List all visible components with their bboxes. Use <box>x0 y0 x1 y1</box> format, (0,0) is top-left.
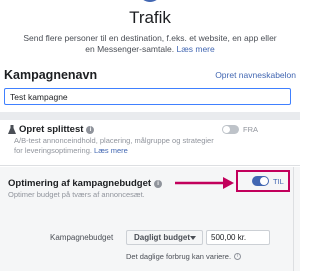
budget-note-text: Det daglige forbrug kan variere. <box>126 252 232 261</box>
campaign-name-title: Kampagnenavn <box>4 68 98 82</box>
budget-amount-input[interactable] <box>206 230 270 245</box>
create-name-template-link[interactable]: Opret navneskabelon <box>215 70 296 80</box>
flask-icon <box>8 125 16 134</box>
split-test-toggle[interactable] <box>222 125 239 134</box>
budget-optimization-title-text: Optimering af kampagnebudget <box>8 178 152 189</box>
budget-optimization-toggle-label: TIL <box>273 177 284 186</box>
objective-title: Trafik <box>129 8 171 27</box>
info-icon[interactable]: i <box>234 253 242 260</box>
campaign-budget-label: Kampagnebudget <box>50 233 114 242</box>
budget-optimization-title: Optimering af kampagnebudget i <box>8 178 163 189</box>
section-border <box>293 167 294 271</box>
objective-header: Trafik Send flere personer til en destin… <box>0 0 300 62</box>
objective-description-text: Send flere personer til en destination, … <box>23 33 277 54</box>
budget-note: Det daglige forbrug kan variere. i <box>126 252 242 261</box>
budget-type-value: Dagligt budget <box>134 233 190 242</box>
split-test-toggle-label: FRA <box>243 125 258 134</box>
split-test-description: A/B-test annonceindhold, placering, målg… <box>14 136 214 155</box>
arrow-right-icon <box>175 177 234 189</box>
split-test-title-text: Opret splittest <box>19 124 84 135</box>
budget-optimization-toggle[interactable] <box>252 176 269 186</box>
budget-type-select[interactable]: Dagligt budget <box>126 230 203 245</box>
campaign-name-input[interactable] <box>4 88 291 105</box>
objective-description: Send flere personer til en destination, … <box>20 33 280 55</box>
caret-down-icon <box>190 236 196 240</box>
budget-optimization-description: Optimer budget på tværs af annoncesæt. <box>8 190 145 199</box>
traffic-icon <box>143 0 157 2</box>
split-test-title: Opret splittest i <box>8 124 95 135</box>
section-divider <box>0 112 300 120</box>
info-icon[interactable]: i <box>86 125 95 134</box>
split-test-learn-more-link[interactable]: Læs mere <box>94 146 128 155</box>
toggle-knob <box>223 126 230 133</box>
toggle-knob <box>260 177 268 185</box>
learn-more-link[interactable]: Læs mere <box>176 44 214 54</box>
info-icon[interactable]: i <box>154 179 163 188</box>
